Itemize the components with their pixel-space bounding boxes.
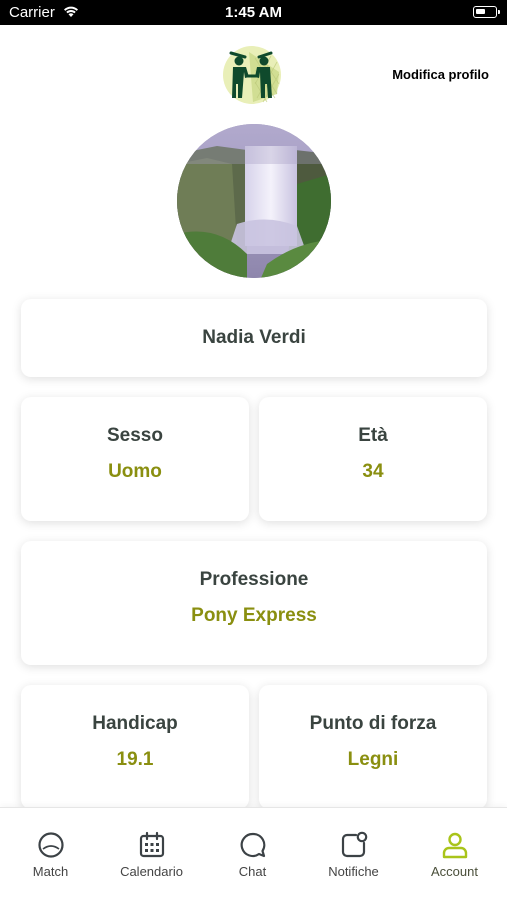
edit-profile-button[interactable]: Modifica profilo xyxy=(392,67,489,82)
chat-bubble-icon xyxy=(238,830,268,860)
profession-value: Pony Express xyxy=(191,605,317,626)
tab-chat[interactable]: Chat xyxy=(202,808,303,901)
age-value: 34 xyxy=(362,461,384,482)
tab-notifiche[interactable]: Notifiche xyxy=(303,808,404,901)
avatar[interactable] xyxy=(177,124,331,278)
name-card: Nadia Verdi xyxy=(21,299,487,377)
status-bar: Carrier 1:45 AM xyxy=(0,0,507,25)
tab-account-label: Account xyxy=(431,864,478,879)
tab-chat-label: Chat xyxy=(238,864,267,879)
profile-name: Nadia Verdi xyxy=(202,327,306,348)
profession-card: Professione Pony Express xyxy=(21,541,487,665)
age-label: Età xyxy=(358,425,388,446)
user-icon xyxy=(440,830,470,860)
handicap-label: Handicap xyxy=(92,713,178,734)
strength-label: Punto di forza xyxy=(309,713,437,734)
age-card: Età 34 xyxy=(259,397,487,521)
gender-label: Sesso xyxy=(107,425,163,446)
tab-match[interactable]: Match xyxy=(0,808,101,901)
gender-card: Sesso Uomo xyxy=(21,397,249,521)
strength-value: Legni xyxy=(347,749,399,770)
golf-ball-icon xyxy=(36,830,66,860)
tab-notifiche-label: Notifiche xyxy=(328,864,379,879)
tab-bar: Match Calendario Chat Notifiche Account xyxy=(0,807,507,901)
battery-icon xyxy=(473,6,500,18)
profession-label: Professione xyxy=(199,569,309,590)
gender-value: Uomo xyxy=(108,461,162,482)
tab-calendario[interactable]: Calendario xyxy=(101,808,202,901)
notification-icon xyxy=(339,830,369,860)
tab-account[interactable]: Account xyxy=(404,808,505,901)
strength-card: Punto di forza Legni xyxy=(259,685,487,809)
app-logo xyxy=(219,44,285,106)
calendar-icon xyxy=(137,830,167,860)
handicap-value: 19.1 xyxy=(116,749,154,770)
clock: 1:45 AM xyxy=(225,4,282,21)
tab-match-label: Match xyxy=(32,864,69,879)
tab-calendario-label: Calendario xyxy=(120,864,183,879)
handicap-card: Handicap 19.1 xyxy=(21,685,249,809)
